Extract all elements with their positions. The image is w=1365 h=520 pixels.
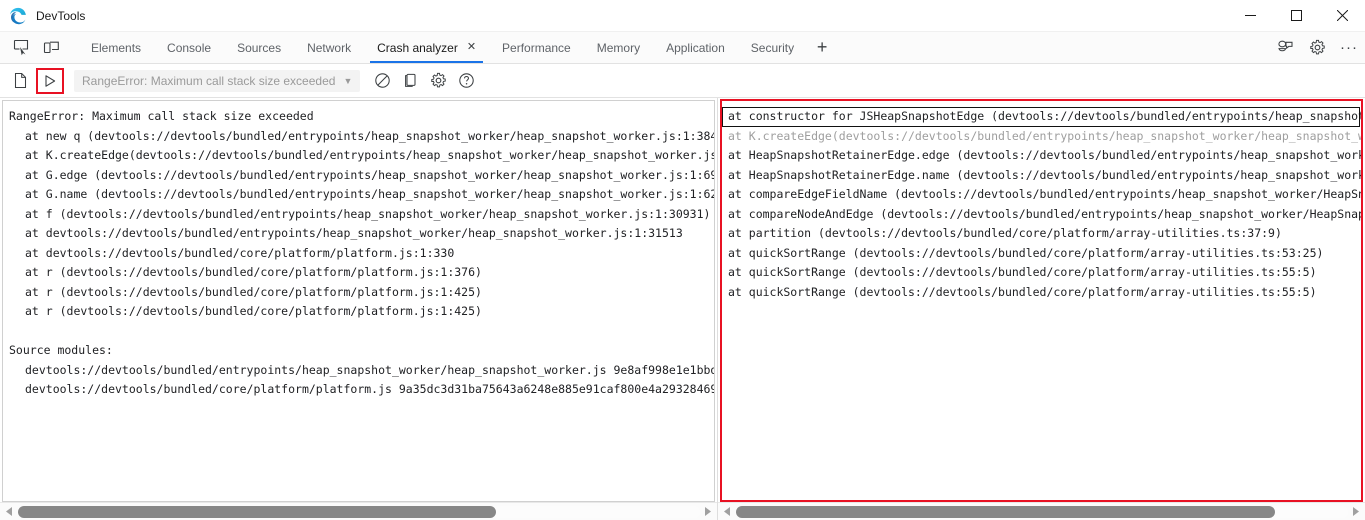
- settings-icon[interactable]: [424, 68, 452, 94]
- stack-frame: at r (devtools://devtools/bundled/core/p…: [25, 265, 482, 279]
- stack-frame: at devtools://devtools/bundled/entrypoin…: [25, 226, 683, 240]
- raw-stack-content: RangeError: Maximum call stack size exce…: [3, 101, 714, 404]
- tab-security[interactable]: Security: [738, 32, 807, 63]
- close-icon[interactable]: [1319, 0, 1365, 32]
- scroll-thumb[interactable]: [18, 505, 497, 518]
- tab-list: Elements Console Sources Network Crash a…: [78, 32, 837, 63]
- symbolized-frame[interactable]: at compareEdgeFieldName (devtools://devt…: [722, 185, 1361, 205]
- tab-label: Console: [167, 40, 212, 55]
- analyze-button[interactable]: [36, 67, 64, 94]
- tab-bar: Elements Console Sources Network Crash a…: [0, 32, 1365, 64]
- new-file-icon[interactable]: [6, 68, 34, 94]
- symbolized-stack-hscrollbar[interactable]: [718, 502, 1365, 520]
- play-icon: [45, 74, 56, 87]
- symbolized-frame[interactable]: at quickSortRange (devtools://devtools/b…: [722, 244, 1361, 264]
- symbolized-frame[interactable]: at partition (devtools://devtools/bundle…: [722, 224, 1361, 244]
- stack-frame: at new q (devtools://devtools/bundled/en…: [25, 128, 715, 143]
- crash-analyzer-toolbar: RangeError: Maximum call stack size exce…: [0, 64, 1365, 98]
- feedback-icon[interactable]: [1269, 32, 1301, 63]
- symbolized-frame[interactable]: at constructor for JSHeapSnapshotEdge (d…: [722, 107, 1361, 127]
- symbolized-frame[interactable]: at compareNodeAndEdge (devtools://devtoo…: [722, 205, 1361, 225]
- more-options-icon[interactable]: ···: [1333, 32, 1365, 63]
- symbolized-frame[interactable]: at HeapSnapshotRetainerEdge.name (devtoo…: [722, 166, 1361, 186]
- window-title: DevTools: [36, 8, 86, 23]
- symbolized-frame[interactable]: at quickSortRange (devtools://devtools/b…: [722, 263, 1361, 283]
- stack-frame: at f (devtools://devtools/bundled/entryp…: [25, 206, 711, 221]
- crash-report-selector[interactable]: RangeError: Maximum call stack size exce…: [74, 69, 361, 92]
- minimize-icon[interactable]: [1227, 0, 1273, 32]
- stack-frame: at r (devtools://devtools/bundled/core/p…: [25, 284, 482, 299]
- symbolized-frame[interactable]: at HeapSnapshotRetainerEdge.edge (devtoo…: [722, 146, 1361, 166]
- scroll-track[interactable]: [735, 505, 1348, 518]
- tab-console[interactable]: Console: [154, 32, 224, 63]
- tab-sources[interactable]: Sources: [224, 32, 294, 63]
- tab-performance[interactable]: Performance: [489, 32, 584, 63]
- tab-label: Performance: [502, 40, 571, 55]
- tab-label: Elements: [91, 40, 142, 55]
- close-tab-icon[interactable]: ✕: [467, 42, 476, 53]
- scroll-track[interactable]: [17, 505, 700, 518]
- source-modules-heading: Source modules:: [9, 343, 113, 357]
- settings-gear-icon[interactable]: [1301, 32, 1333, 63]
- crash-report-value: RangeError: Maximum call stack size exce…: [82, 73, 336, 88]
- scroll-right-arrow[interactable]: [701, 504, 715, 520]
- device-toolbar-icon[interactable]: [36, 32, 66, 63]
- edge-logo-icon: [9, 7, 27, 25]
- copy-icon[interactable]: [396, 68, 424, 94]
- window-controls: [1227, 0, 1365, 32]
- raw-stack-hscrollbar[interactable]: [0, 502, 717, 520]
- tab-application[interactable]: Application: [653, 32, 738, 63]
- scroll-thumb[interactable]: [736, 505, 1276, 518]
- help-icon[interactable]: [452, 68, 480, 94]
- stack-frame: at devtools://devtools/bundled/core/plat…: [25, 245, 455, 260]
- symbolized-stack-content: at constructor for JSHeapSnapshotEdge (d…: [722, 101, 1361, 306]
- source-module-entry: devtools://devtools/bundled/entrypoints/…: [25, 362, 715, 377]
- symbolized-stack-box[interactable]: at constructor for JSHeapSnapshotEdge (d…: [720, 99, 1363, 502]
- tabbar-right-icons: ···: [1263, 32, 1365, 63]
- stack-frame: at G.edge (devtools://devtools/bundled/e…: [25, 167, 715, 182]
- tab-memory[interactable]: Memory: [584, 32, 653, 63]
- crash-analyzer-body: RangeError: Maximum call stack size exce…: [0, 98, 1365, 520]
- source-module-entry: devtools://devtools/bundled/core/platfor…: [25, 382, 715, 396]
- raw-stack-panel: RangeError: Maximum call stack size exce…: [0, 98, 718, 520]
- stack-frame: at K.createEdge(devtools://devtools/bund…: [25, 148, 715, 162]
- tab-label: Crash analyzer: [377, 40, 458, 55]
- tab-elements[interactable]: Elements: [78, 32, 154, 63]
- stack-frame: at G.name (devtools://devtools/bundled/e…: [25, 187, 715, 201]
- devtools-window: DevTools Elements Console Sources Networ…: [0, 0, 1365, 520]
- symbolized-stack-panel: at constructor for JSHeapSnapshotEdge (d…: [718, 98, 1365, 520]
- tab-label: Memory: [596, 40, 641, 55]
- inspect-element-icon[interactable]: [6, 32, 36, 63]
- symbolized-frame[interactable]: at quickSortRange (devtools://devtools/b…: [722, 283, 1361, 303]
- maximize-icon[interactable]: [1273, 0, 1319, 32]
- add-tab-icon[interactable]: +: [807, 32, 837, 63]
- stack-frame: at r (devtools://devtools/bundled/core/p…: [25, 304, 482, 318]
- chevron-down-icon: ▼: [343, 75, 353, 86]
- error-title: RangeError: Maximum call stack size exce…: [9, 109, 314, 123]
- symbolized-frame[interactable]: at K.createEdge(devtools://devtools/bund…: [722, 127, 1361, 147]
- tab-crash-analyzer[interactable]: Crash analyzer ✕: [364, 32, 489, 63]
- tab-label: Application: [666, 40, 725, 55]
- title-bar: DevTools: [0, 0, 1365, 32]
- tab-label: Sources: [237, 40, 282, 55]
- tab-label: Security: [750, 40, 795, 55]
- clear-icon[interactable]: [368, 68, 396, 94]
- more-options-glyph: ···: [1340, 39, 1358, 56]
- tab-label: Network: [307, 40, 352, 55]
- tabbar-spacer: [837, 32, 1263, 63]
- tab-network[interactable]: Network: [294, 32, 364, 63]
- raw-stack-box[interactable]: RangeError: Maximum call stack size exce…: [2, 100, 715, 502]
- scroll-left-arrow[interactable]: [2, 504, 16, 520]
- scroll-left-arrow[interactable]: [720, 504, 734, 520]
- scroll-right-arrow[interactable]: [1349, 504, 1363, 520]
